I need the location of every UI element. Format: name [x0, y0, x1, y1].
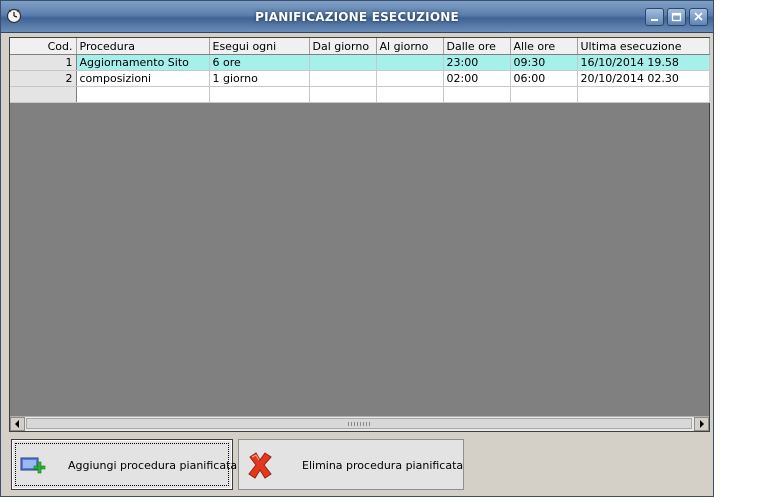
close-icon	[694, 12, 703, 21]
column-header-dal-giorno[interactable]: Dal giorno	[309, 38, 377, 55]
cell-procedura[interactable]: composizioni	[76, 70, 210, 87]
close-button[interactable]	[689, 8, 708, 26]
cell-dalle-ore[interactable]: 23:00	[443, 54, 511, 71]
header-row: Cod. Procedura Esegui ogni Dal giorno Al…	[10, 38, 710, 55]
arrow-right-icon	[700, 420, 704, 428]
cell-dal-giorno[interactable]	[309, 86, 377, 103]
cell-procedura[interactable]: Aggiornamento Sito	[76, 54, 210, 71]
cell-alle-ore[interactable]	[510, 86, 578, 103]
scrollbar-thumb[interactable]	[26, 418, 692, 429]
add-scheduled-procedure-button[interactable]: Aggiungi procedura pianificata	[11, 439, 237, 490]
add-button-label: Aggiungi procedura pianificata	[68, 459, 238, 472]
column-header-al-giorno[interactable]: Al giorno	[376, 38, 444, 55]
scroll-left-button[interactable]	[10, 417, 25, 431]
column-header-ultima-esecuzione[interactable]: Ultima esecuzione	[577, 38, 710, 55]
delete-scheduled-procedure-button[interactable]: Elimina procedura pianificata	[238, 439, 464, 490]
cell-ultima-esecuzione[interactable]: 20/10/2014 02.30	[577, 70, 710, 87]
column-header-dalle-ore[interactable]: Dalle ore	[443, 38, 511, 55]
cell-cod[interactable]: 1	[10, 54, 77, 71]
title-bar[interactable]: PIANIFICAZIONE ESECUZIONE	[1, 1, 713, 33]
cell-al-giorno[interactable]	[376, 54, 444, 71]
maximize-button[interactable]	[667, 8, 686, 26]
column-header-procedura[interactable]: Procedura	[76, 38, 210, 55]
cell-esegui-ogni[interactable]: 6 ore	[209, 54, 310, 71]
column-header-alle-ore[interactable]: Alle ore	[510, 38, 578, 55]
horizontal-scrollbar[interactable]	[10, 416, 709, 431]
add-schedule-icon	[20, 457, 46, 474]
minimize-button[interactable]	[645, 8, 664, 26]
cell-dal-giorno[interactable]	[309, 54, 377, 71]
grip-icon	[348, 422, 370, 426]
cell-esegui-ogni[interactable]: 1 giorno	[209, 70, 310, 87]
table-row[interactable]: 1 Aggiornamento Sito 6 ore 23:00 09:30 1…	[10, 54, 710, 71]
column-header-esegui-ogni[interactable]: Esegui ogni	[209, 38, 310, 55]
schedule-grid: Cod. Procedura Esegui ogni Dal giorno Al…	[9, 37, 710, 432]
cell-dalle-ore[interactable]	[443, 86, 511, 103]
cell-ultima-esecuzione[interactable]	[577, 86, 710, 103]
cell-ultima-esecuzione[interactable]: 16/10/2014 19.58	[577, 54, 710, 71]
scroll-right-button[interactable]	[694, 417, 709, 431]
maximize-icon	[671, 12, 682, 22]
cell-dal-giorno[interactable]	[309, 70, 377, 87]
scheduling-window: PIANIFICAZIONE ESECUZIONE Cod. Procedura…	[0, 0, 714, 497]
minimize-icon	[651, 19, 658, 21]
schedule-table: Cod. Procedura Esegui ogni Dal giorno Al…	[10, 38, 710, 103]
table-row[interactable]: 2 composizioni 1 giorno 02:00 06:00 20/1…	[10, 70, 710, 87]
window-title: PIANIFICAZIONE ESECUZIONE	[255, 10, 459, 24]
cell-al-giorno[interactable]	[376, 86, 444, 103]
cell-procedura[interactable]	[76, 86, 210, 103]
cell-alle-ore[interactable]: 06:00	[510, 70, 578, 87]
new-row[interactable]	[10, 86, 710, 103]
cell-al-giorno[interactable]	[376, 70, 444, 87]
cell-alle-ore[interactable]: 09:30	[510, 54, 578, 71]
arrow-left-icon	[15, 420, 19, 428]
red-x-icon	[248, 452, 272, 479]
delete-button-label: Elimina procedura pianificata	[302, 459, 464, 472]
column-header-cod[interactable]: Cod.	[10, 38, 77, 55]
cell-esegui-ogni[interactable]	[209, 86, 310, 103]
cell-cod[interactable]: 2	[10, 70, 77, 87]
cell-cod[interactable]	[10, 86, 77, 103]
cell-dalle-ore[interactable]: 02:00	[443, 70, 511, 87]
